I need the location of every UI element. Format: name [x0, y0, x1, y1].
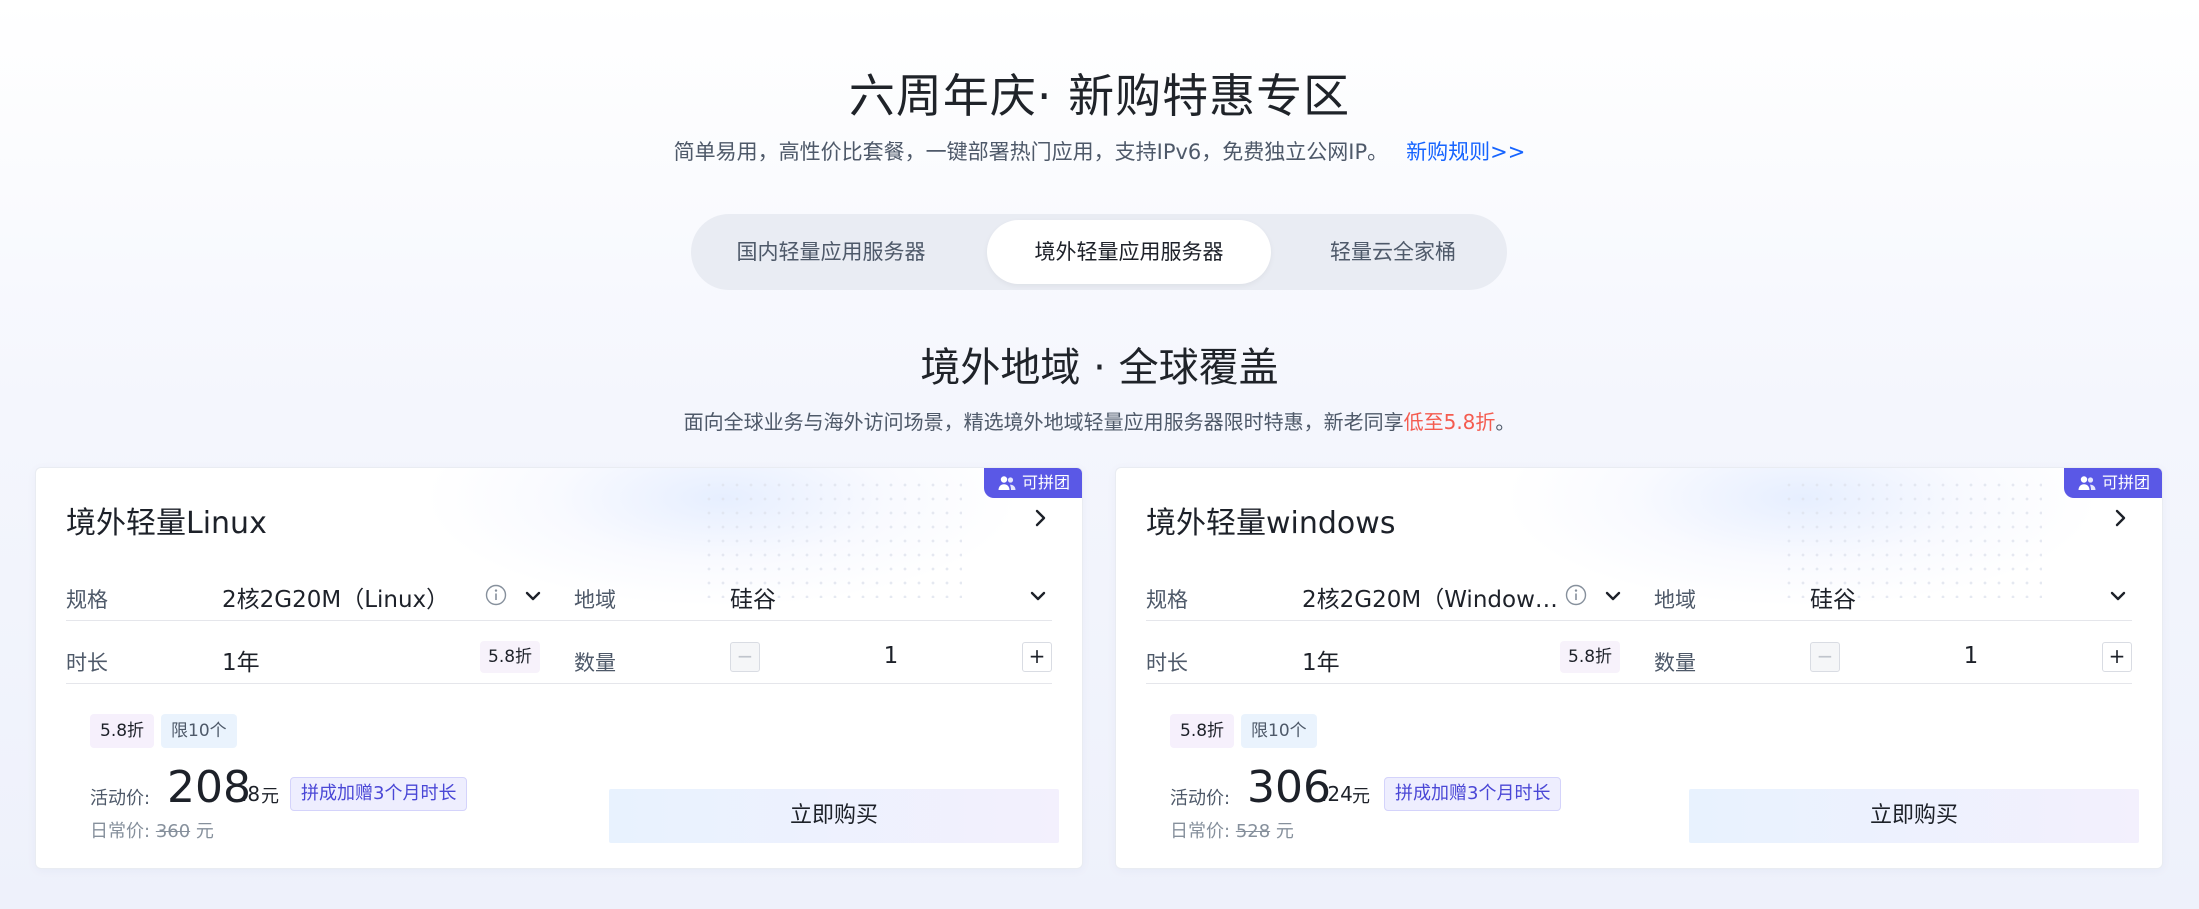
duration-discount-tag: 5.8折 [480, 641, 541, 673]
regular-price-unit: 元 [195, 821, 214, 842]
region-label: 地域 [1654, 588, 1696, 612]
regular-price-label: 日常价: [1170, 821, 1231, 842]
activity-price-decimal: .24 [1321, 782, 1353, 806]
group-users-icon [998, 476, 1016, 490]
discount-tag: 5.8折 [1170, 714, 1235, 748]
discount-highlight: 低至5.8折 [1403, 410, 1496, 434]
product-tabs: 国内轻量应用服务器 境外轻量应用服务器 轻量云全家桶 [691, 214, 1507, 290]
chevron-down-icon[interactable] [523, 586, 543, 606]
regular-price-value: 360 [155, 821, 191, 842]
info-icon[interactable] [485, 584, 507, 606]
spec-label: 规格 [66, 588, 108, 612]
chevron-right-icon[interactable] [1028, 506, 1052, 530]
activity-price-integer: 306 [1247, 762, 1331, 813]
section-title: 境外地域 · 全球覆盖 [920, 345, 1279, 391]
page-subtitle: 简单易用，高性价比套餐，一键部署热门应用，支持IPv6，免费独立公网IP。 新购规… [0, 136, 2199, 166]
rules-link[interactable]: 新购规则>> [1406, 140, 1525, 164]
chevron-down-icon[interactable] [1603, 586, 1623, 606]
tab-cloud-bundle[interactable]: 轻量云全家桶 [1291, 220, 1495, 284]
group-bonus-tag: 拼成加赠3个月时长 [1384, 777, 1562, 811]
divider [1146, 683, 1658, 684]
quantity-increase-button[interactable]: + [2102, 642, 2132, 672]
chevron-down-icon[interactable] [2108, 586, 2128, 606]
duration-select[interactable]: 1年 [222, 643, 372, 677]
quantity-decrease-button[interactable]: − [1810, 642, 1840, 672]
activity-price-label: 活动价: [1170, 788, 1231, 809]
limit-tag: 限10个 [1241, 714, 1317, 748]
duration-select[interactable]: 1年 [1302, 643, 1452, 677]
activity-price-label: 活动价: [90, 788, 151, 809]
regular-price-label: 日常价: [90, 821, 151, 842]
price-unit: 元 [261, 786, 279, 807]
subtitle-text: 简单易用，高性价比套餐，一键部署热门应用，支持IPv6，免费独立公网IP。 [673, 140, 1389, 164]
divider [1654, 620, 2132, 621]
badge-label: 可拼团 [1021, 473, 1070, 492]
group-bonus-tag: 拼成加赠3个月时长 [290, 777, 468, 811]
card-title: 境外轻量Linux [66, 506, 267, 541]
group-buy-badge: 可拼团 [2063, 468, 2162, 498]
tab-overseas-server[interactable]: 境外轻量应用服务器 [987, 220, 1271, 284]
quantity-value[interactable]: 1 [871, 643, 911, 669]
activity-price-integer: 208 [167, 762, 251, 813]
duration-label: 时长 [1146, 651, 1188, 675]
quantity-increase-button[interactable]: + [1022, 642, 1052, 672]
region-label: 地域 [574, 588, 616, 612]
product-card-linux: 可拼团 境外轻量Linux 规格 2核2G20M（Linux） 地域 硅谷 时长… [35, 467, 1083, 869]
quantity-value[interactable]: 1 [1951, 643, 1991, 669]
limit-tag: 限10个 [161, 714, 237, 748]
region-select[interactable]: 硅谷 [730, 580, 930, 614]
buy-now-button[interactable]: 立即购买 [1689, 789, 2139, 843]
duration-label: 时长 [66, 651, 108, 675]
spec-select[interactable]: 2核2G20M（Window… [1302, 580, 1558, 614]
quantity-decrease-button[interactable]: − [730, 642, 760, 672]
badge-label: 可拼团 [2101, 473, 2150, 492]
divider [574, 620, 1052, 621]
tab-domestic-server[interactable]: 国内轻量应用服务器 [703, 220, 959, 284]
regular-price-unit: 元 [1275, 821, 1294, 842]
duration-discount-tag: 5.8折 [1560, 641, 1621, 673]
divider [66, 620, 578, 621]
activity-price-decimal: .8 [241, 782, 261, 806]
section-subtitle: 面向全球业务与海外访问场景，精选境外地域轻量应用服务器限时特惠，新老同享低至5.… [0, 406, 2199, 435]
region-select[interactable]: 硅谷 [1810, 580, 2010, 614]
spec-select[interactable]: 2核2G20M（Linux） [222, 580, 472, 614]
quantity-label: 数量 [1654, 651, 1696, 675]
info-icon[interactable] [1565, 584, 1587, 606]
group-users-icon [2078, 476, 2096, 490]
divider [1654, 683, 2132, 684]
divider [1146, 620, 1658, 621]
divider [574, 683, 1052, 684]
page-title: 六周年庆· 新购特惠专区 [848, 69, 1351, 123]
product-card-windows: 可拼团 境外轻量windows 规格 2核2G20M（Window… 地域 硅谷… [1115, 467, 2163, 869]
chevron-down-icon[interactable] [1028, 586, 1048, 606]
regular-price: 日常价: 360 元 [90, 817, 214, 843]
section-subtitle-suffix: 。 [1495, 410, 1516, 434]
discount-tag: 5.8折 [90, 714, 155, 748]
quantity-label: 数量 [574, 651, 616, 675]
section-subtitle-text: 面向全球业务与海外访问场景，精选境外地域轻量应用服务器限时特惠，新老同享 [683, 410, 1404, 434]
regular-price: 日常价: 528 元 [1170, 817, 1294, 843]
regular-price-value: 528 [1235, 821, 1271, 842]
spec-label: 规格 [1146, 588, 1188, 612]
chevron-right-icon[interactable] [2108, 506, 2132, 530]
price-unit: 元 [1352, 786, 1370, 807]
group-buy-badge: 可拼团 [983, 468, 1082, 498]
buy-now-button[interactable]: 立即购买 [609, 789, 1059, 843]
divider [66, 683, 578, 684]
card-title: 境外轻量windows [1146, 506, 1396, 541]
